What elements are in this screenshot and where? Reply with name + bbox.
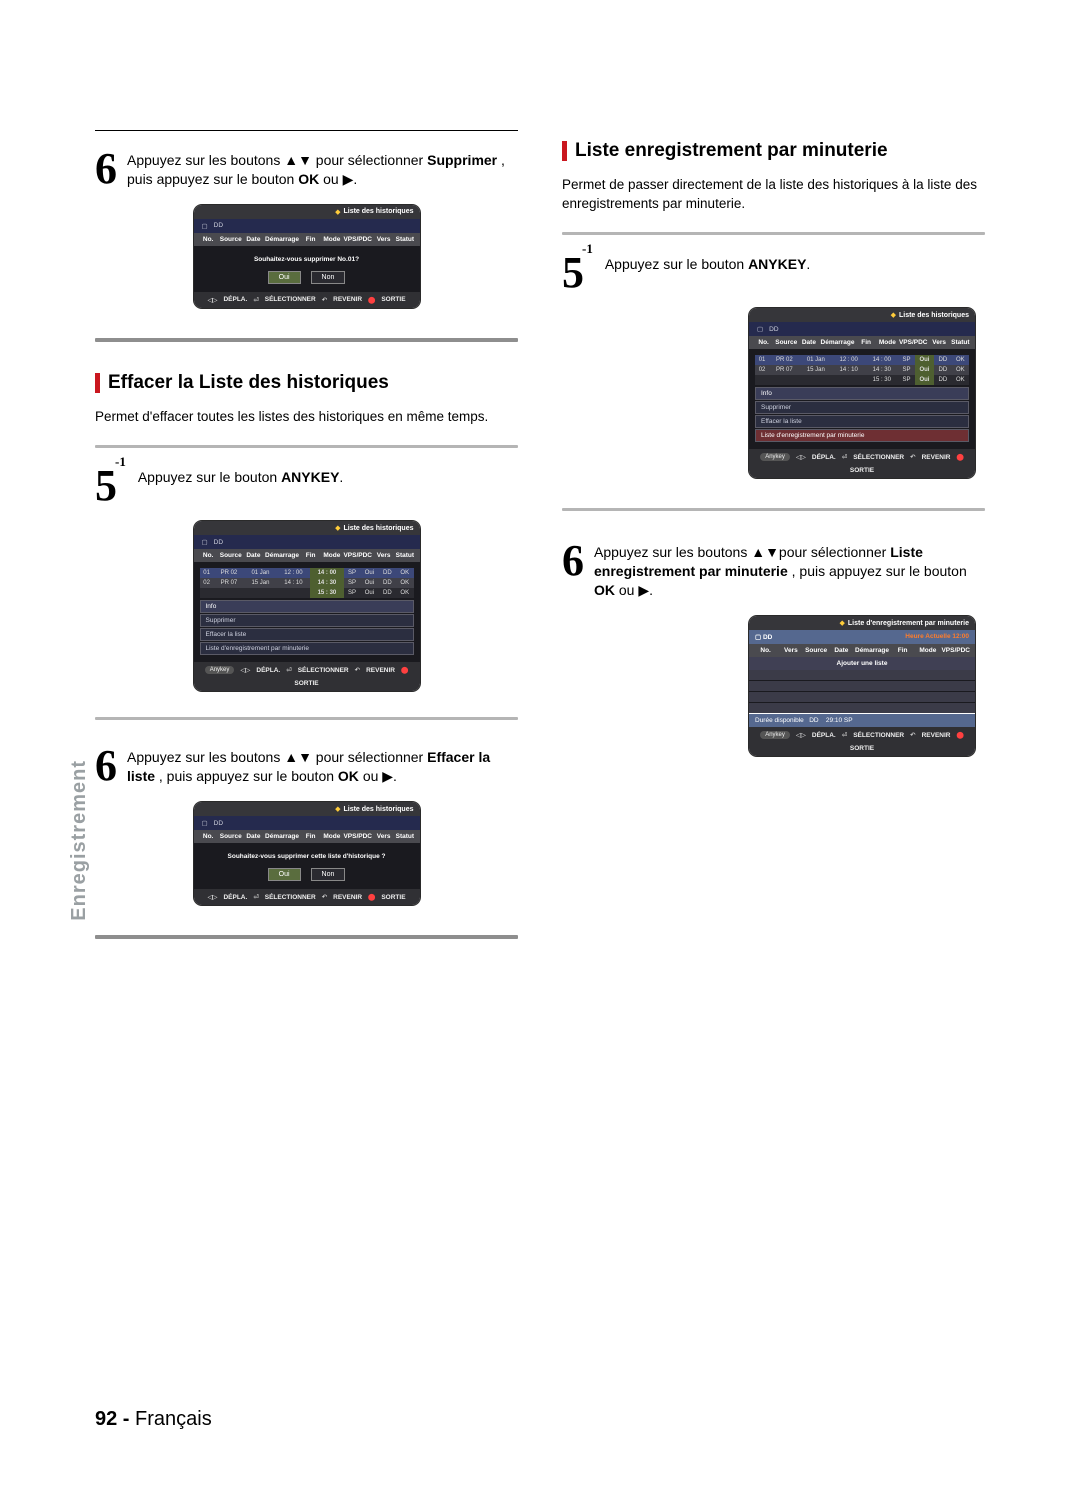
osd-columns: No.VersSourceDateDémarrageFinModeVPS/PDC bbox=[749, 644, 975, 657]
hdd-icon: ▢ bbox=[757, 325, 763, 333]
exit-icon: ⬤ bbox=[368, 893, 375, 901]
diamond-icon: ◆ bbox=[335, 524, 340, 532]
left-column: 6 Appuyez sur les boutons ▲▼ pour sélect… bbox=[95, 130, 518, 969]
select-icon: ⏎ bbox=[286, 666, 291, 674]
osd-context-menu-right: ◆Liste des historiques ▢DD No.SourceDate… bbox=[749, 308, 975, 478]
exit-icon: ⬤ bbox=[401, 666, 408, 674]
step-number: 5-1 bbox=[562, 253, 595, 293]
confirm-message: Souhaitez-vous supprimer No.01? bbox=[200, 252, 414, 271]
section-marker bbox=[95, 373, 100, 393]
return-icon: ↶ bbox=[322, 296, 327, 304]
menu-item[interactable]: Liste d'enregistrement par minuterie bbox=[200, 642, 414, 655]
diamond-icon: ◆ bbox=[840, 619, 845, 627]
move-icon: ◁▷ bbox=[796, 731, 806, 739]
return-icon: ↶ bbox=[322, 893, 327, 901]
empty-rows bbox=[749, 670, 975, 713]
history-table: 01PR 0201 Jan12 : 0014 : 00SPOuiDDOK02PR… bbox=[755, 355, 969, 385]
step-5-1-left: 5-1 Appuyez sur le bouton ANYKEY. bbox=[95, 466, 518, 506]
step-6-timer: 6 Appuyez sur les boutons ▲▼pour sélecti… bbox=[562, 541, 985, 600]
confirm-message: Souhaitez-vous supprimer cette liste d'h… bbox=[200, 849, 414, 868]
menu-item[interactable]: Effacer la liste bbox=[755, 415, 969, 428]
move-icon: ◁▷ bbox=[207, 893, 217, 901]
osd-columns: No.SourceDateDémarrageFinModeVPS/PDCVers… bbox=[749, 336, 975, 349]
step-5-1-right: 5-1 Appuyez sur le bouton ANYKEY. bbox=[562, 253, 985, 293]
return-icon: ↶ bbox=[910, 453, 915, 461]
osd-columns: No.SourceDateDémarrageFinModeVPS/PDCVers… bbox=[194, 549, 420, 562]
menu-item[interactable]: Supprimer bbox=[755, 401, 969, 414]
osd-delete-all: ◆Liste des historiques ▢DD No.SourceDate… bbox=[194, 802, 420, 905]
step-number: 6 bbox=[562, 541, 584, 600]
osd-columns: No.SourceDateDémarrageFinModeVPS/PDCVers… bbox=[194, 830, 420, 843]
step-text: Appuyez sur les boutons ▲▼ pour sélectio… bbox=[127, 149, 518, 189]
osd-timer-list: ◆Liste d'enregistrement par minuterie ▢ … bbox=[749, 616, 975, 756]
return-icon: ↶ bbox=[910, 731, 915, 739]
hdd-icon: ▢ bbox=[202, 538, 208, 546]
context-menu[interactable]: InfoSupprimerEffacer la listeListe d'enr… bbox=[755, 387, 969, 442]
anykey-pill: Anykey bbox=[760, 453, 790, 461]
right-column: Liste enregistrement par minuterie Perme… bbox=[562, 130, 985, 969]
yes-button[interactable]: Oui bbox=[268, 271, 301, 284]
select-icon: ⏎ bbox=[842, 453, 847, 461]
move-icon: ◁▷ bbox=[240, 666, 250, 674]
exit-icon: ⬤ bbox=[368, 296, 375, 304]
history-table: 01PR 0201 Jan12 : 0014 : 00SPOuiDDOK02PR… bbox=[200, 568, 414, 598]
yes-button[interactable]: Oui bbox=[268, 868, 301, 881]
step-number: 6 bbox=[95, 746, 117, 786]
move-icon: ◁▷ bbox=[207, 296, 217, 304]
diamond-icon: ◆ bbox=[335, 805, 340, 813]
osd-columns: No.SourceDateDémarrageFinModeVPS/PDCVers… bbox=[194, 233, 420, 246]
exit-icon: ⬤ bbox=[956, 453, 963, 461]
diamond-icon: ◆ bbox=[335, 208, 340, 216]
step-number: 6 bbox=[95, 149, 117, 189]
anykey-pill: Anykey bbox=[760, 731, 790, 739]
context-menu[interactable]: InfoSupprimerEffacer la listeListe d'enr… bbox=[200, 600, 414, 655]
step-text: Appuyez sur les boutons ▲▼ pour sélectio… bbox=[127, 746, 518, 786]
hdd-icon: ▢ bbox=[202, 222, 208, 230]
section-desc: Permet de passer directement de la liste… bbox=[562, 176, 985, 214]
step-text: Appuyez sur le bouton ANYKEY. bbox=[138, 466, 343, 506]
menu-item[interactable]: Info bbox=[755, 387, 969, 400]
section-clear-list: Effacer la Liste des historiques bbox=[95, 372, 518, 394]
step-6-clear: 6 Appuyez sur les boutons ▲▼ pour sélect… bbox=[95, 746, 518, 786]
hdd-icon: ▢ bbox=[202, 819, 208, 827]
select-icon: ⏎ bbox=[842, 731, 847, 739]
osd-delete-one: ◆Liste des historiques ▢DD No.SourceDate… bbox=[194, 205, 420, 308]
select-icon: ⏎ bbox=[253, 893, 258, 901]
menu-item[interactable]: Supprimer bbox=[200, 614, 414, 627]
step-text: Appuyez sur les boutons ▲▼pour sélection… bbox=[594, 541, 985, 600]
no-button[interactable]: Non bbox=[311, 271, 346, 284]
exit-icon: ⬤ bbox=[956, 731, 963, 739]
menu-item[interactable]: Effacer la liste bbox=[200, 628, 414, 641]
step-text: Appuyez sur le bouton ANYKEY. bbox=[605, 253, 810, 293]
no-button[interactable]: Non bbox=[311, 868, 346, 881]
add-list-row[interactable]: Ajouter une liste bbox=[749, 657, 975, 670]
section-marker bbox=[562, 141, 567, 161]
diamond-icon: ◆ bbox=[891, 311, 896, 319]
step-6-delete: 6 Appuyez sur les boutons ▲▼ pour sélect… bbox=[95, 149, 518, 189]
return-icon: ↶ bbox=[355, 666, 360, 674]
section-timer-list: Liste enregistrement par minuterie bbox=[562, 140, 985, 162]
page-footer: 92 - Français bbox=[95, 1408, 212, 1431]
move-icon: ◁▷ bbox=[796, 453, 806, 461]
anykey-pill: Anykey bbox=[205, 666, 235, 674]
hdd-icon: ▢ bbox=[755, 634, 761, 641]
section-desc: Permet d'effacer toutes les listes des h… bbox=[95, 408, 518, 427]
menu-item[interactable]: Info bbox=[200, 600, 414, 613]
menu-item[interactable]: Liste d'enregistrement par minuterie bbox=[755, 429, 969, 442]
select-icon: ⏎ bbox=[253, 296, 258, 304]
osd-context-menu-left: ◆Liste des historiques ▢DD No.SourceDate… bbox=[194, 521, 420, 691]
step-number: 5-1 bbox=[95, 466, 128, 506]
side-tab: Enregistrement bbox=[68, 760, 91, 921]
